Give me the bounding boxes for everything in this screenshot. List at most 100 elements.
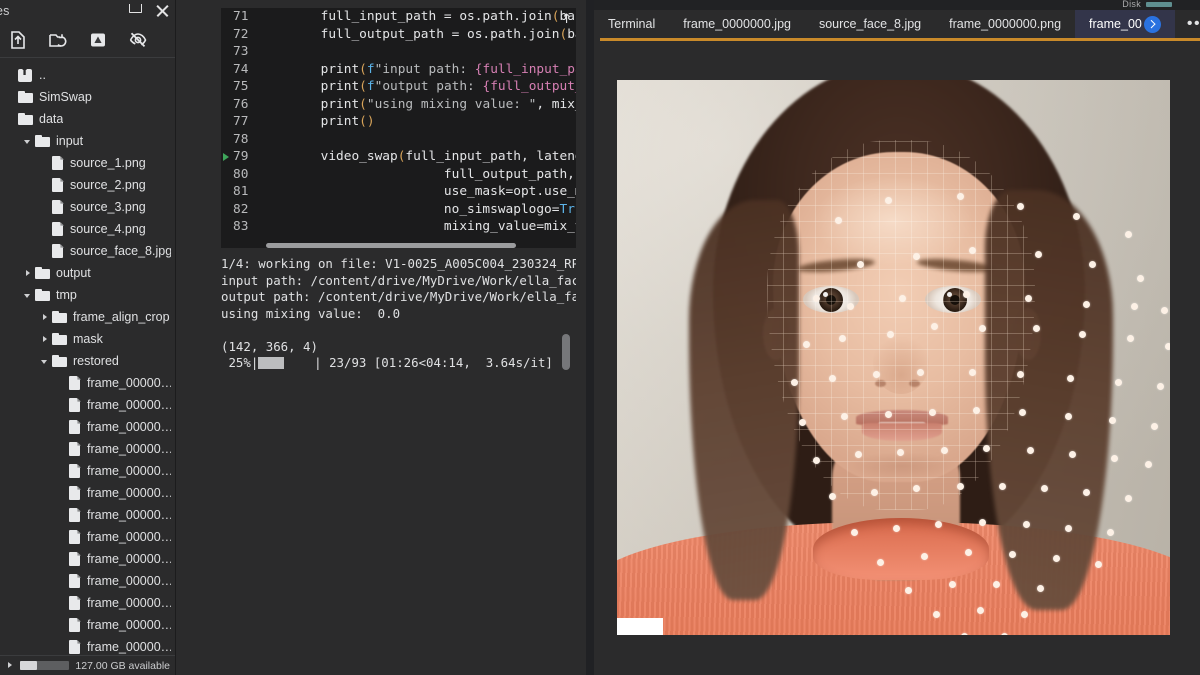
terminal-scrollbar[interactable] xyxy=(562,334,570,370)
tab-bar: Terminal frame_0000000.jpg source_face_8.j… xyxy=(594,10,1200,38)
caret-spacer xyxy=(38,156,52,170)
terminal-shape-line: (142, 366, 4) xyxy=(221,338,318,354)
chevron-right-icon[interactable] xyxy=(38,332,52,346)
landmark-point xyxy=(813,457,820,464)
tree-row[interactable]: .. xyxy=(0,64,175,86)
tree-item-label: frame_00000… xyxy=(87,618,171,632)
tree-row[interactable]: frame_00000… xyxy=(0,504,175,526)
tree-row[interactable]: source_2.png xyxy=(0,174,175,196)
tree-row[interactable]: frame_00000… xyxy=(0,614,175,636)
white-swatch xyxy=(617,618,663,635)
tab-source-face-8-jpg[interactable]: source_face_8.jpg xyxy=(805,10,935,38)
tree-row[interactable]: source_4.png xyxy=(0,218,175,240)
tab-overflow-menu-icon[interactable]: ••• xyxy=(1175,16,1200,32)
landmark-point xyxy=(847,303,854,310)
tree-row[interactable]: frame_00000… xyxy=(0,482,175,504)
code-line-text: print(f"output path: {full_output_path}" xyxy=(259,79,576,94)
chevron-down-icon[interactable] xyxy=(21,288,35,302)
disk-status-bar: 127.00 GB available xyxy=(0,655,175,675)
code-editor[interactable]: 71 full_input_path = os.path.join(base_p… xyxy=(221,8,576,248)
tree-row[interactable]: output xyxy=(0,262,175,284)
refresh-folder-icon[interactable] xyxy=(48,30,68,50)
landmark-point xyxy=(791,379,798,386)
minimize-icon[interactable] xyxy=(129,4,143,18)
disk-indicator-label: Disk xyxy=(1122,0,1141,9)
chevron-down-icon[interactable] xyxy=(21,134,35,148)
terminal-output[interactable]: 1/4: working on file: V1-0025_A005C004_2… xyxy=(221,256,576,675)
tree-row[interactable]: frame_00000… xyxy=(0,592,175,614)
landmark-point xyxy=(913,485,920,492)
landmark-point xyxy=(1107,529,1114,536)
tree-row[interactable]: source_face_8.jpg xyxy=(0,240,175,262)
landmark-point xyxy=(1035,251,1042,258)
caret-spacer xyxy=(55,486,69,500)
tree-row[interactable]: frame_00000… xyxy=(0,394,175,416)
tree-row[interactable]: restored xyxy=(0,350,175,372)
tree-item-label: source_1.png xyxy=(70,156,146,170)
caret-spacer xyxy=(4,112,18,126)
chevron-right-icon[interactable] xyxy=(6,661,14,670)
landmark-point xyxy=(1023,521,1030,528)
tree-row[interactable]: frame_00000… xyxy=(0,526,175,548)
landmark-point xyxy=(839,335,846,342)
tree-row[interactable]: tmp xyxy=(0,284,175,306)
chevron-right-icon[interactable] xyxy=(38,310,52,324)
tree-row[interactable]: frame_00000… xyxy=(0,372,175,394)
code-horizontal-scrollbar[interactable] xyxy=(266,243,516,248)
next-tab-icon[interactable] xyxy=(1143,15,1161,33)
landmark-point xyxy=(969,247,976,254)
portrait-photo[interactable] xyxy=(617,80,1170,635)
code-line: 73 xyxy=(221,43,576,61)
tree-item-label: data xyxy=(39,112,64,126)
tab-frame-00[interactable]: frame_00 xyxy=(1075,10,1175,38)
caret-spacer xyxy=(38,222,52,236)
tree-row[interactable]: mask xyxy=(0,328,175,350)
mount-drive-icon[interactable] xyxy=(88,30,108,50)
tree-item-label: output xyxy=(56,266,91,280)
tab-frame-0000000-png[interactable]: frame_0000000.png xyxy=(935,10,1075,38)
disk-indicator[interactable]: Disk xyxy=(1122,0,1172,9)
tree-row[interactable]: frame_00000… xyxy=(0,548,175,570)
chevron-down-icon[interactable] xyxy=(38,354,52,368)
upload-file-icon[interactable] xyxy=(8,30,28,50)
landmark-point xyxy=(1125,495,1132,502)
pane-divider[interactable] xyxy=(586,0,590,675)
eye-off-icon[interactable] xyxy=(128,30,148,50)
landmark-point xyxy=(933,611,940,618)
code-line-text: full_input_path = os.path.join(base_p xyxy=(259,9,576,24)
tree-row[interactable]: frame_00000… xyxy=(0,438,175,460)
landmark-point xyxy=(1021,611,1028,618)
caret-spacer xyxy=(55,596,69,610)
landmark-point xyxy=(905,587,912,594)
landmark-point xyxy=(899,295,906,302)
scroll-up-arrow-icon[interactable]: ↑ xyxy=(561,12,572,27)
tree-row[interactable]: SimSwap xyxy=(0,86,175,108)
tree-row[interactable]: input xyxy=(0,130,175,152)
tab-terminal[interactable]: Terminal xyxy=(594,10,669,38)
tree-row[interactable]: frame_00000… xyxy=(0,570,175,592)
tree-row[interactable]: frame_00000… xyxy=(0,460,175,482)
tree-row[interactable]: source_3.png xyxy=(0,196,175,218)
landmark-point xyxy=(1079,331,1086,338)
tree-item-label: frame_00000… xyxy=(87,530,171,544)
landmark-point xyxy=(1017,203,1024,210)
tree-row[interactable]: source_1.png xyxy=(0,152,175,174)
tree-row[interactable]: frame_align_crop… xyxy=(0,306,175,328)
close-icon[interactable] xyxy=(155,4,169,18)
landmark-point xyxy=(873,371,880,378)
tree-item-label: .. xyxy=(39,68,46,82)
folder-icon xyxy=(52,333,67,345)
landmark-point xyxy=(1151,423,1158,430)
tree-item-label: source_2.png xyxy=(70,178,146,192)
tab-frame-0000000-jpg[interactable]: frame_0000000.jpg xyxy=(669,10,805,38)
face-landmarks xyxy=(617,80,1170,635)
landmark-point xyxy=(931,323,938,330)
center-pane: 71 full_input_path = os.path.join(base_p… xyxy=(176,0,590,675)
caret-spacer xyxy=(38,200,52,214)
chevron-right-icon[interactable] xyxy=(21,266,35,280)
tree-row[interactable]: frame_00000… xyxy=(0,416,175,438)
landmark-point xyxy=(1083,489,1090,496)
code-line-text: mixing_value=mix_val xyxy=(259,219,576,234)
tree-row[interactable]: data xyxy=(0,108,175,130)
terminal-line: 1/4: working on file: V1-0025_A005C004_2… xyxy=(221,256,576,271)
